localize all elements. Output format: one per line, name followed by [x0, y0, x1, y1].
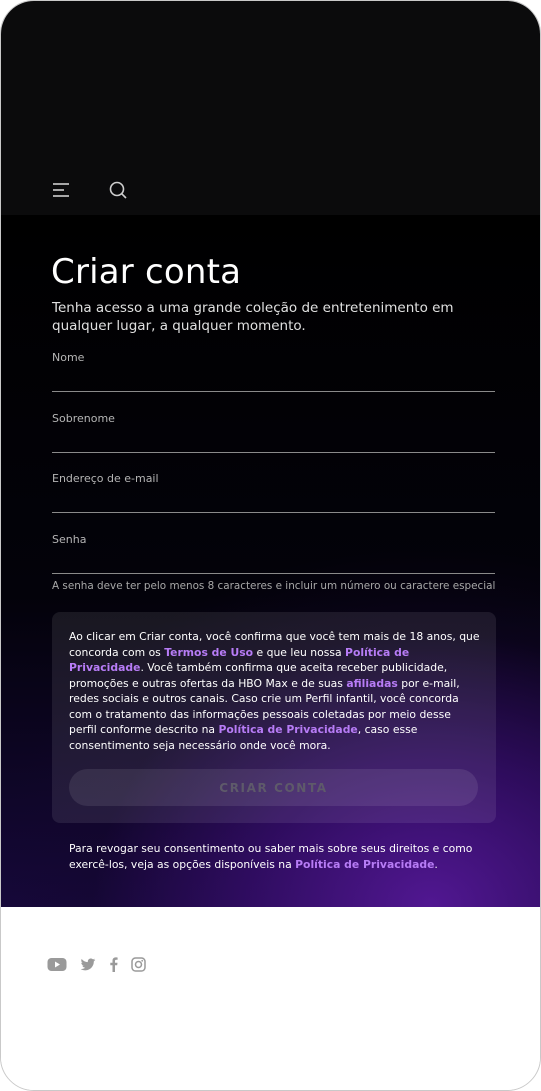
- first-name-label: Nome: [52, 351, 85, 364]
- consent-box: Ao clicar em Criar conta, você confirma …: [52, 612, 496, 823]
- revoke-text-end: .: [434, 857, 438, 871]
- email-input[interactable]: [52, 488, 499, 510]
- password-input[interactable]: [52, 549, 499, 571]
- password-hint: A senha deve ter pelo menos 8 caracteres…: [52, 580, 496, 592]
- last-name-input[interactable]: [52, 428, 499, 450]
- terms-of-use-link[interactable]: Termos de Uso: [164, 646, 253, 659]
- first-name-input[interactable]: [52, 367, 499, 389]
- search-icon[interactable]: [108, 180, 128, 200]
- twitter-icon[interactable]: [80, 957, 96, 976]
- footer: [1, 907, 540, 1090]
- email-field[interactable]: Endereço de e-mail: [52, 472, 499, 513]
- password-label: Senha: [52, 533, 87, 546]
- privacy-policy-link-2[interactable]: Política de Privacidade: [218, 723, 357, 736]
- email-label: Endereço de e-mail: [52, 472, 159, 485]
- page-subtitle: Tenha acesso a uma grande coleção de ent…: [52, 300, 454, 334]
- page-title: Criar conta: [51, 252, 242, 292]
- instagram-icon[interactable]: [131, 957, 146, 976]
- revoke-privacy-policy-link[interactable]: Política de Privacidade: [295, 858, 434, 871]
- revoke-consent-text: Para revogar seu consentimento ou saber …: [69, 841, 479, 872]
- affiliates-link[interactable]: afiliadas: [346, 677, 397, 690]
- hamburger-menu-icon[interactable]: [51, 181, 71, 199]
- youtube-icon[interactable]: [47, 957, 67, 976]
- facebook-icon[interactable]: [109, 957, 118, 976]
- create-account-section: Criar conta Tenha acesso a uma grande co…: [1, 215, 540, 907]
- password-field[interactable]: Senha: [52, 533, 499, 574]
- phone-frame: Criar conta Tenha acesso a uma grande co…: [0, 0, 541, 1091]
- consent-text-part: e que leu nossa: [253, 645, 346, 659]
- consent-text: Ao clicar em Criar conta, você confirma …: [69, 629, 481, 753]
- last-name-field[interactable]: Sobrenome: [52, 412, 499, 453]
- last-name-label: Sobrenome: [52, 412, 115, 425]
- create-account-button[interactable]: CRIAR CONTA: [69, 769, 478, 806]
- top-navigation-bar: [1, 1, 540, 215]
- first-name-field[interactable]: Nome: [52, 351, 499, 392]
